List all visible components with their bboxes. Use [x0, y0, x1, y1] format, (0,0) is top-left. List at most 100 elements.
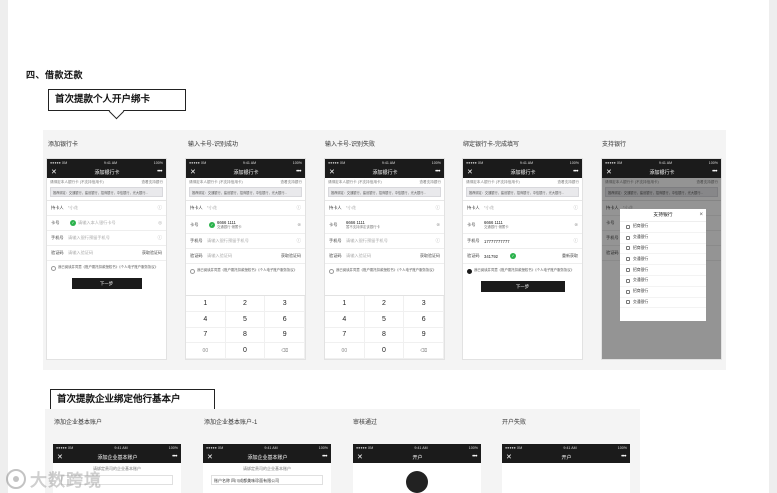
more-icon[interactable]: ••• [296, 169, 301, 175]
code-row[interactable]: 验证码 请输入验证码 获取验证码 [325, 249, 444, 264]
account-name-field[interactable]: 账户名称 四川成都美味珍面有限公司 [211, 475, 323, 485]
close-icon[interactable]: ✕ [51, 169, 57, 176]
info-icon[interactable]: ⓘ [574, 238, 579, 244]
key-0[interactable]: 0 [225, 343, 266, 359]
view-supported-banks-link[interactable]: 查看支持银行 [280, 180, 302, 185]
close-icon[interactable]: ✕ [207, 454, 213, 461]
key-00[interactable]: 00 [186, 343, 226, 359]
more-icon[interactable]: ••• [322, 454, 327, 460]
key-7[interactable]: 7 [186, 327, 226, 344]
info-icon[interactable]: ⓘ [574, 205, 579, 211]
close-icon[interactable]: ✕ [606, 169, 612, 176]
card-input[interactable]: 请输入本人银行卡号 [78, 220, 158, 226]
view-supported-banks-link[interactable]: 查看支持银行 [419, 180, 441, 185]
info-icon[interactable]: ⓘ [158, 205, 163, 211]
info-icon[interactable]: ⓘ [158, 235, 163, 241]
phone-row[interactable]: 手机号 17777777777 ⓘ [463, 234, 582, 249]
key-8[interactable]: 8 [225, 327, 266, 344]
clear-icon[interactable]: ⊗ [297, 222, 301, 228]
get-code-button[interactable]: 获取验证码 [142, 250, 162, 256]
card-input[interactable]: 6666 1111 交通银行 储蓄卡 [484, 220, 574, 230]
info-icon[interactable]: ⓘ [297, 238, 302, 244]
agree-checkbox[interactable] [329, 268, 334, 274]
key-2[interactable]: 2 [364, 296, 405, 312]
key-6[interactable]: 6 [404, 311, 444, 328]
agreement-row[interactable]: 我已阅读并同意《账户委托扣款授权书》《个人电子账户服务协议》 [325, 264, 444, 276]
code-row[interactable]: 验证码 请输入验证码 获取验证码 [47, 246, 166, 261]
close-icon[interactable]: ✕ [506, 454, 512, 461]
agree-checkbox-checked[interactable] [467, 268, 472, 274]
key-4[interactable]: 4 [186, 311, 226, 328]
clear-icon[interactable]: ⊗ [436, 222, 440, 228]
modal-close-icon[interactable]: × [699, 209, 703, 222]
key-2[interactable]: 2 [225, 296, 266, 312]
view-supported-banks-link[interactable]: 查看支持银行 [141, 180, 163, 185]
close-icon[interactable]: ✕ [329, 169, 335, 176]
code-input[interactable]: 请输入验证码 [68, 250, 142, 256]
agreement-row[interactable]: 我已阅读并同意《账户委托扣款授权书》《个人电子账户服务协议》 [186, 264, 305, 276]
more-icon[interactable]: ••• [172, 454, 177, 460]
get-code-button[interactable]: 获取验证码 [420, 253, 440, 259]
key-5[interactable]: 5 [225, 311, 266, 328]
close-icon[interactable]: ✕ [190, 169, 196, 176]
key-1[interactable]: 1 [325, 296, 365, 312]
close-icon[interactable]: ✕ [467, 169, 473, 176]
card-row[interactable]: 卡号 ✓ 请输入本人银行卡号 ◎ [47, 216, 166, 231]
key-1[interactable]: 1 [186, 296, 226, 312]
more-icon[interactable]: ••• [573, 169, 578, 175]
more-icon[interactable]: ••• [157, 169, 162, 175]
view-supported-banks-link[interactable]: 查看支持银行 [557, 180, 579, 185]
card-input[interactable]: 6666 1111 暂不支持绑定该银行卡 [346, 220, 436, 230]
key-0[interactable]: 0 [364, 343, 405, 359]
key-00[interactable]: 00 [325, 343, 365, 359]
info-icon[interactable]: ⓘ [297, 205, 302, 211]
clear-icon[interactable]: ⊗ [574, 222, 578, 228]
phone-input[interactable]: 请输入银行预留手机号 [346, 238, 436, 244]
close-icon[interactable]: ✕ [57, 454, 63, 461]
phone-row[interactable]: 手机号 请输入银行预留手机号 ⓘ [325, 234, 444, 249]
next-button[interactable]: 下一步 [480, 280, 565, 292]
more-icon[interactable]: ••• [472, 454, 477, 460]
key-7[interactable]: 7 [325, 327, 365, 344]
code-row[interactable]: 验证码 341792 ✓ 重新获取 [463, 249, 582, 264]
get-code-button[interactable]: 获取验证码 [281, 253, 301, 259]
next-button[interactable]: 下一步 [71, 277, 142, 289]
code-input[interactable]: 请输入验证码 [207, 253, 281, 259]
info-icon[interactable]: ⓘ [436, 238, 441, 244]
card-row[interactable]: 卡号 6666 1111 交通银行 储蓄卡 ⊗ [463, 216, 582, 234]
phone-row[interactable]: 手机号 请输入银行预留手机号 ⓘ [47, 231, 166, 246]
key-3[interactable]: 3 [265, 296, 305, 312]
agree-checkbox[interactable] [190, 268, 195, 274]
more-icon[interactable]: ••• [621, 454, 626, 460]
key-5[interactable]: 5 [364, 311, 405, 328]
key-6[interactable]: 6 [265, 311, 305, 328]
agreement-row[interactable]: 我已阅读并同意《账户委托扣款授权书》《个人电子账户服务协议》 [47, 261, 166, 273]
key-9[interactable]: 9 [265, 327, 305, 344]
more-icon[interactable]: ••• [435, 169, 440, 175]
key-8[interactable]: 8 [364, 327, 405, 344]
backspace-key[interactable]: ⌫ [265, 343, 305, 359]
agreement-row[interactable]: 我已阅读并同意《账户委托扣款授权书》《个人电子账户服务协议》 [463, 264, 582, 276]
card-input[interactable]: 6666 1111 交通银行 储蓄卡 [217, 220, 297, 230]
result-icon [406, 471, 428, 493]
phone-input[interactable]: 17777777777 [484, 239, 574, 244]
code-input[interactable]: 请输入验证码 [346, 253, 420, 259]
resend-code-button[interactable]: 重新获取 [562, 253, 578, 259]
phone-input[interactable]: 请输入银行预留手机号 [68, 235, 158, 241]
code-row[interactable]: 验证码 请输入验证码 获取验证码 [186, 249, 305, 264]
phone-row[interactable]: 手机号 请输入银行预留手机号 ⓘ [186, 234, 305, 249]
close-icon[interactable]: ✕ [357, 454, 363, 461]
card-row[interactable]: 卡号 6666 1111 暂不支持绑定该银行卡 ⊗ [325, 216, 444, 234]
backspace-key[interactable]: ⌫ [404, 343, 444, 359]
more-icon[interactable]: ••• [712, 169, 717, 175]
camera-icon[interactable]: ◎ [158, 220, 162, 226]
key-3[interactable]: 3 [404, 296, 444, 312]
key-9[interactable]: 9 [404, 327, 444, 344]
info-icon[interactable]: ⓘ [436, 205, 441, 211]
code-input[interactable]: 341792 [484, 254, 508, 259]
phone-input[interactable]: 请输入银行预留手机号 [207, 238, 297, 244]
card-row[interactable]: 卡号 ✓ 6666 1111 交通银行 储蓄卡 ⊗ [186, 216, 305, 234]
agree-checkbox[interactable] [51, 265, 56, 271]
holder-label: 持卡人 [329, 205, 342, 210]
key-4[interactable]: 4 [325, 311, 365, 328]
